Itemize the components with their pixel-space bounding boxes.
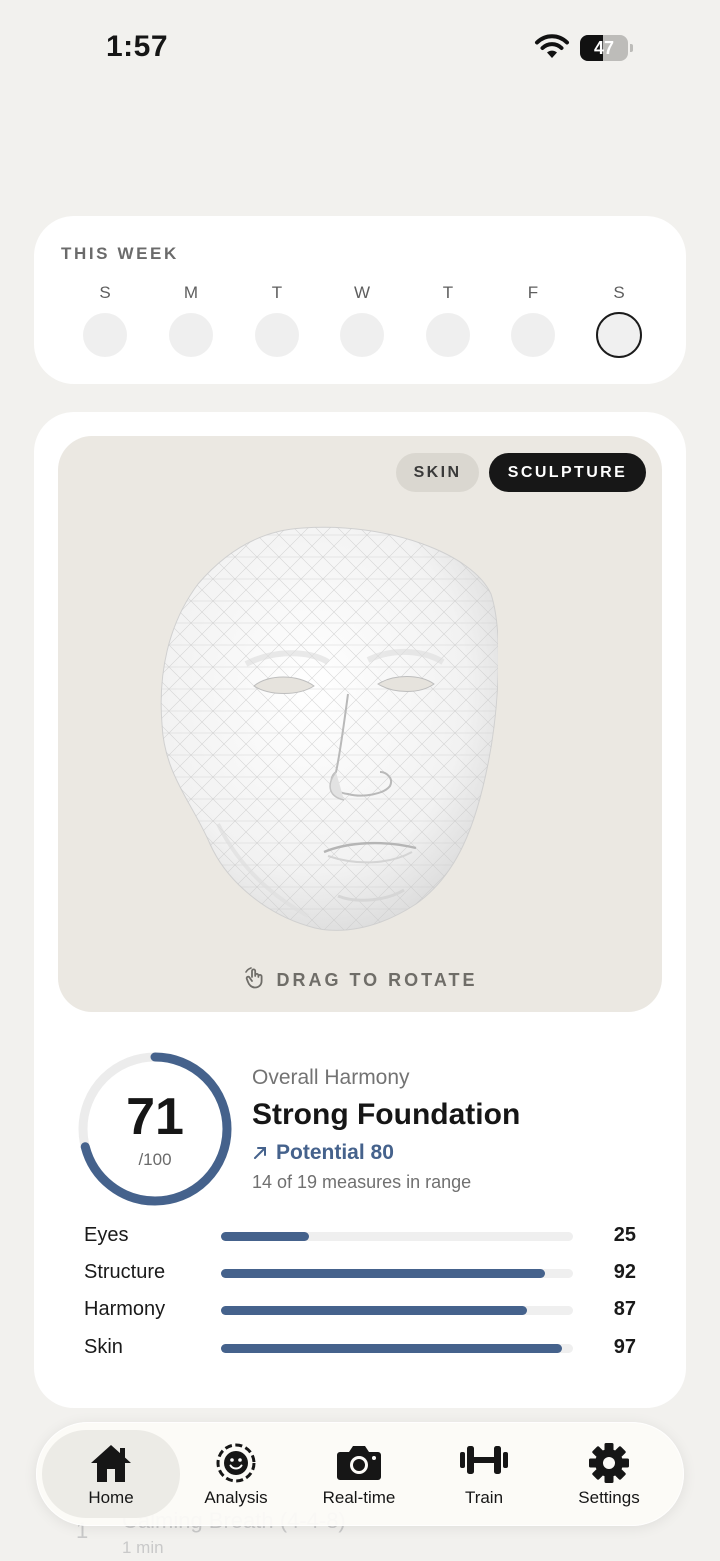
metric-value: 25 (613, 1224, 636, 1246)
day-letter: W (353, 283, 371, 302)
day-letter: M (183, 283, 199, 302)
harmony-headline: Strong Foundation (252, 1098, 521, 1131)
tab-label: Real-time (322, 1488, 396, 1507)
overall-harmony-label: Overall Harmony (252, 1066, 410, 1089)
day-dot-today (596, 312, 642, 358)
camera-icon (337, 1446, 381, 1480)
day-dot (426, 313, 470, 357)
drag-hint: DRAG TO ROTATE (58, 966, 662, 991)
home-icon (91, 1445, 131, 1482)
metric-label: Skin (84, 1336, 123, 1358)
tab-real-time[interactable]: Real-time (298, 1430, 420, 1518)
day-saturday-today[interactable]: S (596, 282, 642, 358)
day-friday[interactable]: F (510, 282, 556, 357)
sculpture-toggle-button[interactable]: SCULPTURE (489, 453, 646, 492)
metric-bar (221, 1344, 573, 1353)
face-3d-viewer[interactable]: SKIN SCULPTURE DRAG TO ROTATE (58, 436, 662, 1012)
day-letter: F (527, 283, 539, 302)
tab-home[interactable]: Home (42, 1430, 180, 1518)
week-title: THIS WEEK (61, 244, 179, 263)
week-card: THIS WEEK S M T W T F S (34, 216, 686, 384)
day-thursday[interactable]: T (425, 282, 471, 357)
status-time: 1:57 (106, 30, 169, 63)
tab-train[interactable]: Train (426, 1430, 542, 1518)
status-bar: 1:57 47 (0, 0, 720, 100)
face-scan-icon (216, 1443, 256, 1483)
day-dot (83, 313, 127, 357)
gear-icon (589, 1443, 629, 1483)
face-mesh-model[interactable] (158, 524, 498, 964)
metric-structure[interactable]: Structure 92 (84, 1259, 636, 1289)
battery-indicator: 47 (580, 35, 633, 61)
analysis-card: SKIN SCULPTURE DRAG TO ROTATE 71 /100 Ov… (34, 412, 686, 1408)
battery-percent: 47 (593, 38, 615, 58)
metric-eyes[interactable]: Eyes 25 (84, 1222, 636, 1252)
tab-bar: Home Analysis Real-time Train Settings (36, 1422, 684, 1526)
day-dot (255, 313, 299, 357)
harmony-score: 71 (126, 1088, 184, 1146)
day-letter: S (99, 283, 111, 302)
day-sunday[interactable]: S (82, 282, 128, 357)
potential-score[interactable]: Potential 80 (252, 1141, 394, 1165)
metric-label: Harmony (84, 1298, 166, 1320)
day-letter: T (271, 283, 283, 302)
trend-up-arrow-icon (254, 1147, 266, 1159)
day-letter: S (613, 283, 625, 302)
day-tuesday[interactable]: T (254, 282, 300, 357)
day-wednesday[interactable]: W (339, 282, 385, 357)
hand-rotate-icon (244, 967, 262, 989)
metric-bar (221, 1232, 573, 1241)
tab-label: Train (464, 1488, 504, 1507)
exercise-duration: 1 min (122, 1538, 164, 1557)
tab-label: Analysis (204, 1488, 268, 1507)
day-dot (169, 313, 213, 357)
metric-label: Structure (84, 1261, 166, 1283)
day-monday[interactable]: M (168, 282, 214, 357)
day-dot (340, 313, 384, 357)
metric-label: Eyes (84, 1224, 129, 1246)
wifi-icon (535, 34, 569, 58)
tab-label: Home (88, 1488, 134, 1507)
dumbbell-icon (460, 1446, 508, 1474)
skin-toggle-button[interactable]: SKIN (396, 453, 479, 492)
metric-skin[interactable]: Skin 97 (84, 1334, 636, 1364)
potential-label: Potential 80 (276, 1141, 394, 1164)
harmony-score-max: /100 (138, 1150, 172, 1169)
day-dot (511, 313, 555, 357)
metric-value: 92 (613, 1261, 636, 1283)
drag-hint-label: DRAG TO ROTATE (276, 970, 478, 990)
metric-bar (221, 1269, 573, 1278)
measures-in-range: 14 of 19 measures in range (252, 1172, 472, 1192)
day-letter: T (442, 283, 454, 302)
week-days: S M T W T F S (82, 282, 644, 362)
metric-harmony[interactable]: Harmony 87 (84, 1296, 636, 1326)
metric-bar (221, 1306, 573, 1315)
tab-label: Settings (578, 1488, 640, 1507)
metric-value: 87 (613, 1298, 636, 1320)
metric-value: 97 (613, 1336, 636, 1358)
tab-analysis[interactable]: Analysis (180, 1430, 292, 1518)
tab-settings[interactable]: Settings (548, 1430, 670, 1518)
